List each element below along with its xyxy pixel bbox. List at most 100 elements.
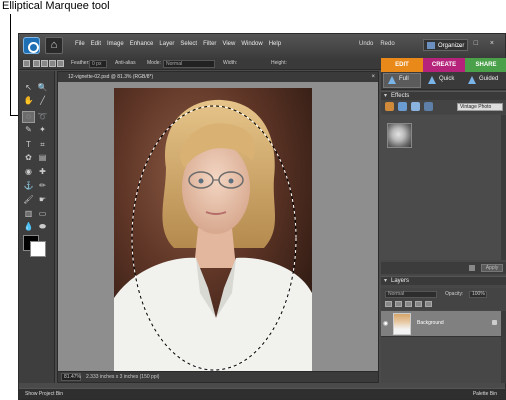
intersect-selection-icon[interactable] bbox=[57, 60, 64, 67]
menu-window[interactable]: Window bbox=[241, 41, 262, 47]
callout-label: Elliptical Marquee tool bbox=[2, 0, 110, 12]
portrait-image bbox=[114, 88, 312, 372]
sponge-tool-icon[interactable]: ⬬ bbox=[37, 222, 48, 232]
shape-tool-icon[interactable]: ▭ bbox=[37, 209, 48, 219]
document-dimensions: 2.333 inches x 3 inches (150 ppi) bbox=[86, 374, 160, 380]
layer-thumbnail bbox=[393, 313, 411, 335]
bottom-bar: Show Project Bin Palette Bin bbox=[19, 388, 505, 399]
type-tool-icon[interactable]: T bbox=[23, 140, 34, 150]
undo-button[interactable]: Undo bbox=[359, 41, 373, 47]
document-title: 12-vignette-02.psd @ 81.3% (RGB/8*) bbox=[58, 72, 378, 82]
app-window: ⌂ File Edit Image Enhance Layer Select F… bbox=[18, 33, 506, 400]
lasso-tool-icon[interactable]: ➰ bbox=[37, 112, 48, 122]
mode-switcher: Full Quick Guided bbox=[381, 72, 506, 90]
lock-transparent-icon[interactable] bbox=[415, 301, 422, 307]
mode-select[interactable]: Normal bbox=[163, 60, 215, 68]
app-logo-icon bbox=[23, 37, 40, 54]
tab-edit[interactable]: EDIT bbox=[381, 58, 423, 72]
layer-tools bbox=[385, 301, 432, 307]
menu-select[interactable]: Select bbox=[180, 41, 197, 47]
elliptical-marquee-tool-icon[interactable]: ◌ bbox=[22, 111, 35, 123]
clone-stamp-tool-icon[interactable]: ⚓ bbox=[23, 181, 34, 191]
hand-tool-icon[interactable]: ✋ bbox=[23, 96, 34, 106]
tab-share[interactable]: SHARE bbox=[465, 58, 506, 72]
cookie-cutter-tool-icon[interactable]: ✿ bbox=[23, 153, 34, 163]
feather-input[interactable]: 0 px bbox=[89, 60, 107, 68]
effects-category-select[interactable]: Vintage Photo bbox=[457, 103, 503, 111]
marquee-option-icon[interactable] bbox=[23, 60, 30, 67]
layer-name: Background bbox=[417, 320, 444, 326]
menu-image[interactable]: Image bbox=[107, 41, 124, 47]
apply-button[interactable]: Apply bbox=[481, 264, 503, 272]
effects-thumbnails bbox=[381, 115, 501, 260]
document-window: 12-vignette-02.psd @ 81.3% (RGB/8*) × 81… bbox=[57, 71, 379, 383]
show-project-bin-button[interactable]: Show Project Bin bbox=[25, 391, 63, 397]
zoom-tool-icon[interactable]: 🔍 bbox=[37, 83, 48, 93]
menu-layer[interactable]: Layer bbox=[159, 41, 174, 47]
crop-tool-icon[interactable]: ⌗ bbox=[37, 140, 48, 150]
layer-row[interactable]: ◉ Background bbox=[381, 311, 501, 337]
mode-guided-button[interactable]: Guided bbox=[479, 76, 498, 82]
layer-styles-icon[interactable] bbox=[398, 102, 407, 111]
portrait-photo[interactable] bbox=[114, 88, 312, 372]
window-controls[interactable]: _ □ × bbox=[458, 40, 499, 47]
gradient-tool-icon[interactable]: ▥ bbox=[23, 209, 34, 219]
workspace-tabs: EDIT CREATE SHARE bbox=[381, 58, 506, 72]
antialias-checkbox[interactable]: Anti-alias bbox=[115, 60, 136, 66]
document-close-button[interactable]: × bbox=[371, 72, 375, 82]
quick-selection-tool-icon[interactable]: ✎ bbox=[23, 125, 34, 135]
favorites-icon[interactable] bbox=[424, 102, 433, 111]
effects-scrollbar[interactable] bbox=[501, 115, 506, 260]
canvas-area[interactable] bbox=[58, 82, 378, 372]
mode-full-button[interactable]: Full bbox=[399, 76, 409, 82]
visibility-eye-icon[interactable]: ◉ bbox=[383, 320, 388, 327]
home-button[interactable]: ⌂ bbox=[45, 37, 63, 54]
menu-edit[interactable]: Edit bbox=[91, 41, 101, 47]
menu-bar: File Edit Image Enhance Layer Select Fil… bbox=[75, 41, 287, 47]
redo-button[interactable]: Redo bbox=[380, 41, 394, 47]
filters-icon[interactable] bbox=[385, 102, 394, 111]
pencil-tool-icon[interactable]: ✏ bbox=[37, 181, 48, 191]
smudge-tool-icon[interactable]: ☛ bbox=[37, 195, 48, 205]
photo-effects-icon[interactable] bbox=[411, 102, 420, 111]
mode-quick-button[interactable]: Quick bbox=[439, 76, 454, 82]
opacity-input[interactable]: 100% bbox=[469, 291, 487, 298]
menu-help[interactable]: Help bbox=[269, 41, 281, 47]
palette-bin-button[interactable]: Palette Bin bbox=[473, 391, 497, 397]
toolbox: ↖ 🔍 ✋ ╱ ◌ ➰ ✎ ✦ T ⌗ ✿ ▤ ◉ ✚ ⚓ ✏ 🖌 ☛ ▥ ▭ … bbox=[19, 71, 55, 383]
menu-filter[interactable]: Filter bbox=[203, 41, 216, 47]
background-color-swatch[interactable] bbox=[30, 241, 46, 257]
adjustment-layer-icon[interactable] bbox=[395, 301, 402, 307]
zoom-field[interactable]: 81.47% bbox=[61, 373, 81, 381]
eyedropper-tool-icon[interactable]: ╱ bbox=[37, 96, 48, 106]
blend-mode-select[interactable]: Normal bbox=[385, 291, 437, 298]
new-selection-icon[interactable] bbox=[33, 60, 40, 67]
delete-layer-icon[interactable] bbox=[405, 301, 412, 307]
healing-brush-tool-icon[interactable]: ✚ bbox=[37, 167, 48, 177]
tab-create[interactable]: CREATE bbox=[423, 58, 465, 72]
opacity-label: Opacity: bbox=[445, 291, 464, 297]
menu-enhance[interactable]: Enhance bbox=[130, 41, 154, 47]
callout-line bbox=[10, 14, 11, 116]
menu-file[interactable]: File bbox=[75, 41, 85, 47]
magic-wand-tool-icon[interactable]: ✦ bbox=[37, 125, 48, 135]
menu-view[interactable]: View bbox=[222, 41, 235, 47]
new-layer-icon[interactable] bbox=[385, 301, 392, 307]
effects-panel-header[interactable]: Effects bbox=[381, 91, 506, 101]
trash-icon[interactable] bbox=[469, 265, 475, 271]
straighten-tool-icon[interactable]: ▤ bbox=[37, 153, 48, 163]
layers-scrollbar[interactable] bbox=[501, 311, 506, 383]
red-eye-tool-icon[interactable]: ◉ bbox=[23, 167, 34, 177]
title-bar: ⌂ File Edit Image Enhance Layer Select F… bbox=[19, 34, 505, 58]
subtract-selection-icon[interactable] bbox=[49, 60, 56, 67]
document-status-bar: 81.47% 2.333 inches x 3 inches (150 ppi) bbox=[58, 371, 378, 382]
effects-footer: Apply bbox=[381, 262, 506, 274]
brush-tool-icon[interactable]: 🖌 bbox=[23, 195, 34, 205]
add-selection-icon[interactable] bbox=[41, 60, 48, 67]
lock-all-icon[interactable] bbox=[425, 301, 432, 307]
move-tool-icon[interactable]: ↖ bbox=[23, 83, 34, 93]
layers-panel-header[interactable]: Layers bbox=[381, 276, 506, 286]
vintage-photo-effect-thumbnail[interactable] bbox=[387, 123, 412, 148]
blur-tool-icon[interactable]: 💧 bbox=[23, 222, 34, 232]
feather-label: Feather: bbox=[71, 60, 90, 66]
